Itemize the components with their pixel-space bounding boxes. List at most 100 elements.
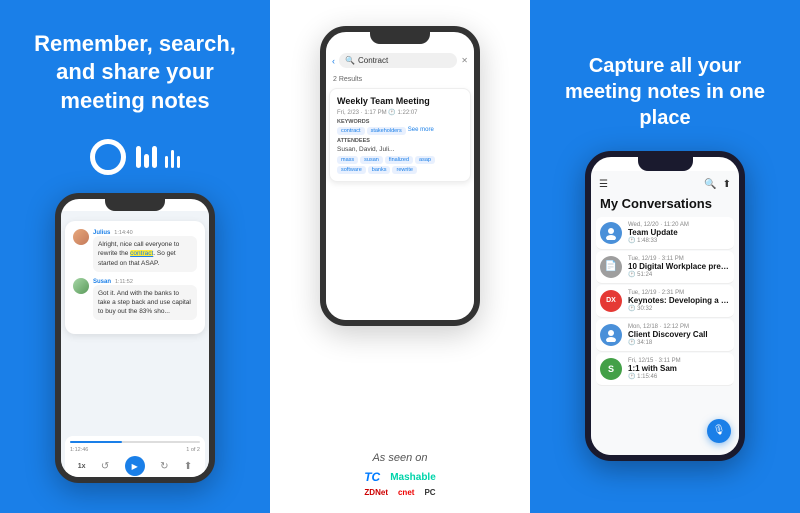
phone-notch <box>105 199 165 211</box>
conv-name-2: 10 Digital Workplace predi... <box>628 262 730 271</box>
conv-item-5[interactable]: S Fri, 12/15 · 3:11 PM 1:1 with Sam 🕐 1:… <box>596 353 734 386</box>
see-more-link[interactable]: See more <box>408 127 434 135</box>
keywords-tags: contract stakeholders See more <box>337 127 463 135</box>
tag-banks: banks <box>368 166 391 174</box>
person-icon-4 <box>604 328 618 342</box>
transcript-row-julius: Julius 1:14:40 Alright, nice call everyo… <box>73 229 197 271</box>
conv-name-5: 1:1 with Sam <box>628 364 730 373</box>
as-seen-label: As seen on <box>364 452 436 464</box>
tag-contract: contract <box>337 127 365 135</box>
search-magnifier-icon: 🔍 <box>345 56 355 65</box>
phone-middle-notch <box>370 32 430 44</box>
conv-avatar-5: S <box>600 358 622 380</box>
search-topbar-icon[interactable]: 🔍 <box>704 179 716 190</box>
playback-controls: 1:12:46 1 of 2 1x ↺ ▶ ↻ ⬆ <box>65 436 205 481</box>
attendees-section: ATTENDEES Susan, David, Juli... <box>337 138 463 153</box>
conv-duration-4: 🕐 34:18 <box>628 339 730 346</box>
tag-software: software <box>337 166 366 174</box>
conv-info-5: Fri, 12/15 · 3:11 PM 1:1 with Sam 🕐 1:15… <box>628 358 730 380</box>
conv-info-3: Tue, 12/19 · 2:31 PM Keynotes: Developin… <box>628 290 730 312</box>
search-header: ‹ 🔍 Contract ✕ <box>329 47 471 74</box>
julius-name: Julius <box>93 230 110 236</box>
conv-item-2[interactable]: 📄 Tue, 12/19 · 3:11 PM 10 Digital Workpl… <box>596 251 734 284</box>
tag-finalized: finalized <box>385 156 413 164</box>
conv-item-4[interactable]: Mon, 12/18 · 12:12 PM Client Discovery C… <box>596 319 734 352</box>
search-value: Contract <box>358 56 388 65</box>
phone-screen-middle: ‹ 🔍 Contract ✕ 2 Results Weekly Team Mee… <box>326 44 474 326</box>
speed-btn[interactable]: 1x <box>78 463 86 470</box>
person-icon-1 <box>604 226 618 240</box>
conv-avatar-2: 📄 <box>600 256 622 278</box>
conv-duration-2: 🕐 51:24 <box>628 271 730 278</box>
tag-asap: asap <box>415 156 435 164</box>
transcript-card-1: Julius 1:14:40 Alright, nice call everyo… <box>65 221 205 334</box>
logo-container <box>90 139 180 175</box>
avatar-susan <box>73 278 89 294</box>
share-topbar-icon[interactable]: ⬆ <box>723 179 731 190</box>
conv-duration-3: 🕐 30:32 <box>628 305 730 312</box>
clear-icon[interactable]: ✕ <box>461 56 468 65</box>
conv-avatar-3: DX <box>600 290 622 312</box>
media-logos-row-2: ZDNet cnet PC <box>364 488 436 497</box>
meeting-meta: Fri, 2/23 · 1:17 PM 🕐 1:22:07 <box>337 109 463 116</box>
phone-left-mockup: Julius 1:14:40 Alright, nice call everyo… <box>55 193 215 483</box>
tag-stakeholders: stakeholders <box>367 127 406 135</box>
logo-bar-3 <box>152 146 157 168</box>
attendees-value: Susan, David, Juli... <box>337 146 463 153</box>
conv-avatar-4 <box>600 324 622 346</box>
tc-logo: TC <box>364 470 380 484</box>
mashable-logo: Mashable <box>390 472 436 483</box>
tag-rewrite: rewrite <box>392 166 417 174</box>
media-logos-row: TC Mashable <box>364 470 436 484</box>
conv-item-3[interactable]: DX Tue, 12/19 · 2:31 PM Keynotes: Develo… <box>596 285 734 318</box>
hamburger-icon[interactable]: ☰ <box>599 179 608 190</box>
tag-mass: mass <box>337 156 358 164</box>
results-count: 2 Results <box>329 74 471 85</box>
progress-bar-container <box>70 441 200 443</box>
play-btn[interactable]: ▶ <box>125 456 145 476</box>
current-time: 1:12:46 <box>70 447 88 453</box>
contract-highlight: contract <box>130 250 153 257</box>
attendees-label: ATTENDEES <box>337 138 463 144</box>
back-icon[interactable]: ‹ <box>332 56 335 66</box>
meeting-title: Weekly Team Meeting <box>337 96 463 106</box>
mic-fab-button[interactable]: 🎙 <box>707 419 731 443</box>
conv-info-2: Tue, 12/19 · 3:11 PM 10 Digital Workplac… <box>628 256 730 278</box>
conv-name-4: Client Discovery Call <box>628 330 730 339</box>
extra-tags: mass susan finalized asap software banks… <box>337 156 463 174</box>
panel-right: Capture all your meeting notes in one pl… <box>530 0 800 513</box>
susan-time: 1:11:52 <box>115 279 133 285</box>
logo-bar-1 <box>136 146 141 168</box>
logo-bar-2 <box>144 154 149 168</box>
progress-fill <box>70 441 122 443</box>
susan-speaker-line: Susan 1:11:52 <box>93 278 197 285</box>
logo-bar-6 <box>177 156 180 168</box>
app-logo <box>90 139 180 175</box>
rewind-icon[interactable]: ↺ <box>101 461 109 472</box>
phone-screen-left: Julius 1:14:40 Alright, nice call everyo… <box>61 211 209 483</box>
logo-circle-icon <box>90 139 126 175</box>
as-seen-on-section: As seen on TC Mashable ZDNet cnet PC <box>364 452 436 497</box>
right-topbar: ☰ 🔍 ⬆ <box>596 177 734 192</box>
phone-screen-right: ☰ 🔍 ⬆ My Conversations <box>591 171 739 455</box>
conversations-title: My Conversations <box>596 196 734 211</box>
conv-duration-1: 🕐 1:48:33 <box>628 237 730 244</box>
conv-name-1: Team Update <box>628 228 730 237</box>
avatar-julius <box>73 229 89 245</box>
tag-susan: susan <box>360 156 383 164</box>
conv-item-1[interactable]: Wed, 12/20 · 11:20 AM Team Update 🕐 1:48… <box>596 217 734 250</box>
meeting-duration: 1:22:07 <box>398 110 418 116</box>
page-indicator: 1 of 2 <box>186 447 200 453</box>
share-icon[interactable]: ⬆ <box>184 461 192 472</box>
forward-icon[interactable]: ↻ <box>160 461 168 472</box>
phone-right-mockup: ☰ 🔍 ⬆ My Conversations <box>585 151 745 461</box>
pc-logo: PC <box>424 488 435 497</box>
controls-row: 1x ↺ ▶ ↻ ⬆ <box>70 456 200 476</box>
keywords-label: KEYWORDS <box>337 119 463 125</box>
zdnet-logo: ZDNet <box>364 488 388 497</box>
conversations-list: Wed, 12/20 · 11:20 AM Team Update 🕐 1:48… <box>596 217 734 386</box>
panel-left: Remember, search, and share your meeting… <box>0 0 270 513</box>
panel-middle: ‹ 🔍 Contract ✕ 2 Results Weekly Team Mee… <box>270 0 530 513</box>
search-bar[interactable]: 🔍 Contract <box>339 53 457 68</box>
julius-time: 1:14:40 <box>114 230 132 236</box>
